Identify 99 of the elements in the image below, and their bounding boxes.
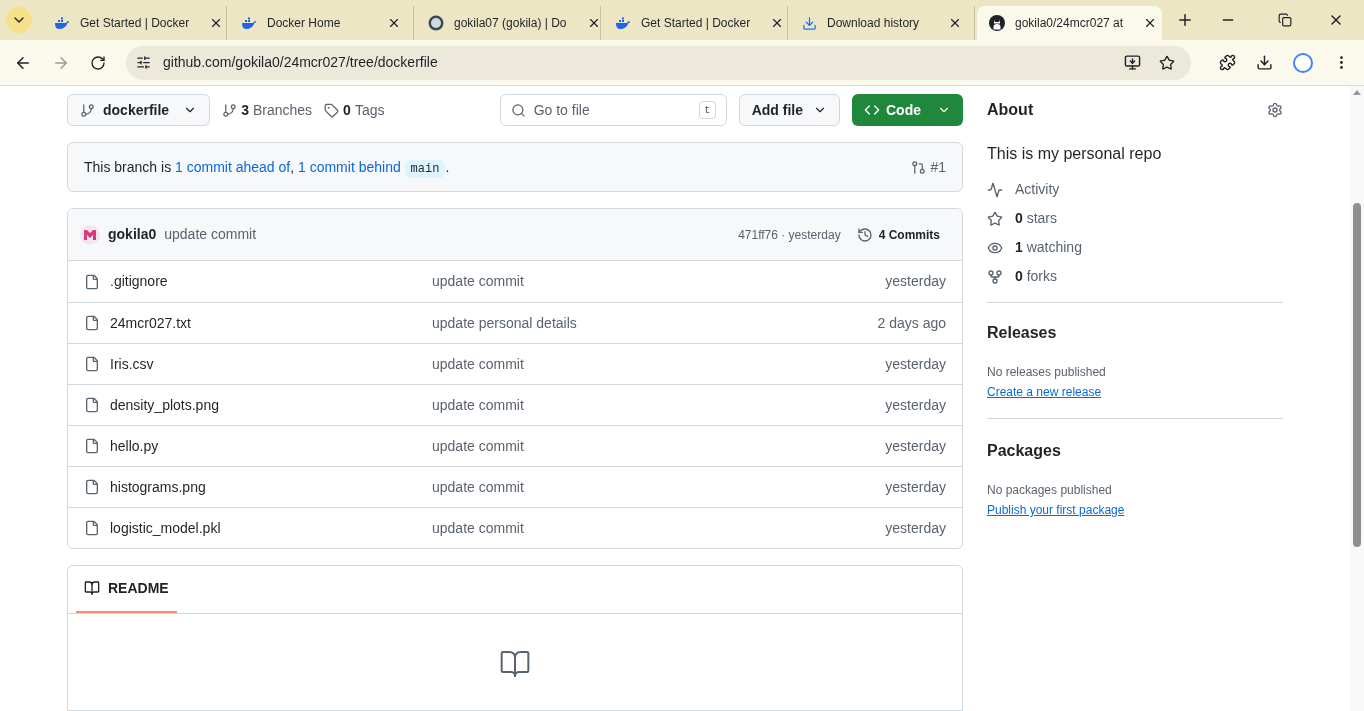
file-icon bbox=[84, 520, 100, 536]
stat-link[interactable]: Activity bbox=[987, 180, 1283, 199]
code-icon bbox=[864, 102, 880, 118]
browser-tab[interactable]: gokila0/24mcr027 at bbox=[977, 6, 1162, 40]
commit-message[interactable]: update commit bbox=[432, 435, 886, 457]
file-name[interactable]: 24mcr027.txt bbox=[110, 312, 432, 334]
pull-request-icon bbox=[911, 159, 927, 175]
author-link[interactable]: gokila0 bbox=[108, 224, 157, 245]
install-icon[interactable] bbox=[1124, 54, 1141, 71]
commits-link[interactable]: 4 Commits bbox=[856, 225, 940, 244]
commit-message[interactable]: update commit bbox=[432, 271, 886, 292]
commit-message[interactable]: update commit bbox=[432, 353, 886, 375]
tab-search-button[interactable] bbox=[6, 7, 32, 33]
commit-time: yesterday bbox=[885, 395, 946, 415]
avatar-icon bbox=[80, 224, 100, 245]
commit-hash[interactable]: 471ff76 · yesterday bbox=[738, 225, 841, 244]
packages-note: No packages published bbox=[987, 482, 1113, 499]
avatar-icon bbox=[428, 15, 444, 31]
bookmark-icon[interactable] bbox=[1159, 54, 1175, 71]
star-icon bbox=[987, 210, 1003, 227]
fork-icon bbox=[987, 268, 1003, 285]
branch-status-text: This branch is 1 commit ahead of, 1 commit behind main . bbox=[84, 157, 450, 178]
book-icon bbox=[499, 648, 531, 680]
stat-link[interactable]: 0 forks bbox=[987, 267, 1283, 286]
commit-time: yesterday bbox=[885, 477, 946, 497]
about-title: About bbox=[987, 100, 1034, 120]
branch-label[interactable]: main bbox=[404, 159, 446, 178]
file-name[interactable]: .gitignore bbox=[110, 271, 432, 292]
commit-time: yesterday bbox=[885, 354, 946, 374]
url-text: github.com/gokila0/24mcr027/tree/dockerfile bbox=[163, 53, 439, 72]
site-info-icon[interactable] bbox=[136, 55, 151, 70]
file-icon bbox=[84, 397, 100, 413]
file-icon bbox=[84, 356, 100, 372]
releases-note: No releases published bbox=[987, 364, 1107, 381]
new-tab-icon[interactable] bbox=[1176, 11, 1194, 29]
commit-time: 2 days ago bbox=[877, 313, 946, 333]
tag-icon bbox=[324, 102, 340, 118]
add-file-button[interactable]: Add file bbox=[738, 94, 840, 126]
repo-description: This is my personal repo bbox=[987, 144, 1163, 164]
commit-time: yesterday bbox=[885, 436, 946, 456]
code-button[interactable]: Code bbox=[852, 94, 963, 126]
tab-title: Get Started | Docker bbox=[641, 15, 751, 32]
tab-title: Download history bbox=[827, 15, 920, 32]
file-name[interactable]: histograms.png bbox=[110, 476, 432, 498]
search-icon bbox=[510, 102, 526, 118]
file-icon bbox=[84, 273, 100, 290]
file-name[interactable]: hello.py bbox=[110, 435, 432, 457]
behind-link[interactable]: 1 commit behind bbox=[298, 158, 401, 175]
publish-package-link[interactable]: Publish your first package bbox=[987, 503, 1125, 517]
branch-icon bbox=[80, 102, 95, 118]
search-field[interactable]: Go to file t bbox=[499, 94, 727, 126]
book-icon bbox=[84, 580, 100, 596]
tab-title: gokila0/24mcr027 at bbox=[1015, 15, 1124, 32]
commit-message[interactable]: update commit bbox=[432, 476, 886, 498]
close-icon[interactable] bbox=[948, 16, 962, 30]
download-icon[interactable] bbox=[1256, 54, 1273, 71]
stat-link[interactable]: 0 stars bbox=[987, 209, 1283, 228]
commit-message[interactable]: update personal details bbox=[432, 312, 878, 334]
pulse-icon bbox=[987, 181, 1003, 198]
file-icon bbox=[84, 479, 100, 495]
settings-icon[interactable] bbox=[1267, 102, 1283, 118]
whale-icon bbox=[54, 16, 70, 30]
create-release-link[interactable]: Create a new release bbox=[987, 385, 1102, 399]
releases-title: Releases bbox=[987, 323, 1058, 343]
branch-selector[interactable]: dockerfile bbox=[67, 94, 211, 126]
commit-time: yesterday bbox=[885, 518, 946, 538]
commit-message[interactable]: update commit bbox=[432, 394, 886, 416]
address-bar[interactable]: github.com/gokila0/24mcr027/tree/dockerfile bbox=[126, 45, 1191, 80]
pull-request-link[interactable]: #1 bbox=[911, 156, 946, 178]
reload-icon[interactable] bbox=[90, 54, 106, 71]
tab-title: Docker Home bbox=[267, 15, 341, 32]
branches-link[interactable]: 3 Branches bbox=[222, 99, 313, 121]
packages-title: Packages bbox=[987, 441, 1062, 461]
search-input[interactable]: Go to file bbox=[533, 99, 692, 121]
download-icon bbox=[802, 15, 817, 31]
ahead-link[interactable]: 1 commit ahead of bbox=[175, 158, 291, 175]
file-name[interactable]: Iris.csv bbox=[110, 353, 432, 375]
history-icon bbox=[856, 226, 873, 243]
shortcut-key: t bbox=[699, 100, 716, 120]
branch-icon bbox=[222, 102, 238, 118]
commit-message[interactable]: update commit bbox=[164, 224, 257, 245]
file-icon bbox=[84, 315, 100, 331]
file-icon bbox=[84, 438, 100, 454]
whale-icon bbox=[241, 16, 257, 30]
profile-icon[interactable] bbox=[1293, 52, 1313, 73]
file-name[interactable]: logistic_model.pkl bbox=[110, 517, 432, 539]
close-icon[interactable] bbox=[387, 16, 401, 30]
tags-link[interactable]: 0 Tags bbox=[324, 99, 385, 121]
tab-title: Get Started | Docker bbox=[80, 15, 190, 32]
scrollbar[interactable] bbox=[1350, 86, 1364, 711]
commit-time: yesterday bbox=[885, 272, 946, 291]
stat-link[interactable]: 1 watching bbox=[987, 238, 1283, 257]
commit-message[interactable]: update commit bbox=[432, 517, 886, 539]
extensions-icon[interactable] bbox=[1219, 54, 1236, 71]
whale-icon bbox=[615, 16, 631, 30]
tab-title: gokila07 (gokila) | Do bbox=[454, 15, 567, 32]
restore-icon[interactable] bbox=[1278, 13, 1292, 27]
readme-tab[interactable]: README bbox=[76, 565, 177, 613]
file-name[interactable]: density_plots.png bbox=[110, 394, 432, 416]
